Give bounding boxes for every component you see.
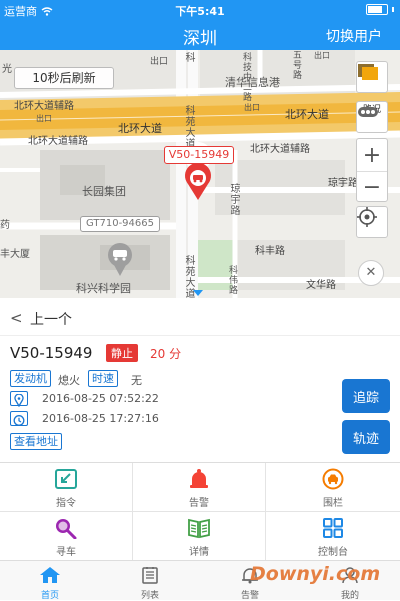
- search-car-icon: [56, 519, 77, 539]
- map-label: 科: [183, 52, 194, 63]
- map-label: 琼宇路: [328, 178, 358, 189]
- close-map-button[interactable]: ✕: [358, 260, 384, 286]
- clock-icon: [10, 411, 28, 426]
- details-book-icon: [188, 518, 210, 539]
- map-label: 出口: [314, 51, 330, 60]
- clock: 下午5:41: [175, 5, 225, 18]
- map-label: 北环大道: [118, 122, 162, 135]
- vehicle-plate: V50-15949: [10, 344, 93, 362]
- map-label: 科苑大道: [183, 105, 194, 149]
- panel-handle-icon[interactable]: [193, 290, 203, 296]
- map-view[interactable]: 光 出口 科 科技中二路 清华信息港 北环大道辅路 出口 北环大道 出口 北环大…: [0, 50, 400, 298]
- layers-icon: [358, 64, 378, 80]
- fence-car-icon: [322, 468, 344, 490]
- command-icon: [55, 469, 77, 489]
- location-pin-icon: [10, 391, 28, 408]
- map-label: 科伟路: [227, 265, 237, 295]
- tab-label: 列表: [140, 591, 159, 601]
- map-label: 药: [0, 220, 10, 231]
- selected-vehicle-tag[interactable]: V50-15949: [164, 146, 234, 164]
- tab-list[interactable]: 列表: [100, 561, 200, 601]
- map-label: 五号路: [291, 50, 301, 80]
- previous-vehicle-row[interactable]: < 上一个: [0, 300, 400, 336]
- map-label: 北环大道辅路: [14, 101, 74, 112]
- traffic-icon: [358, 107, 378, 117]
- update-time: 2016-08-25 17:27:16: [42, 412, 159, 425]
- map-label: 科兴科学园: [76, 282, 131, 295]
- speed-tag: 时速: [88, 370, 118, 387]
- alarm-bell-icon: [190, 469, 208, 488]
- traffic-toggle-button[interactable]: 路况: [356, 101, 388, 133]
- map-label: 出口: [150, 57, 169, 67]
- tab-label: 我的: [340, 591, 359, 601]
- grid-item-label: 指令: [56, 498, 76, 509]
- status-duration: 20 分: [150, 347, 182, 361]
- grid-item-find-car[interactable]: 寻车: [0, 512, 133, 561]
- grid-item-command[interactable]: 指令: [0, 463, 133, 512]
- map-label: 北环大道: [285, 108, 329, 121]
- chevron-left-icon: <: [10, 309, 23, 327]
- grid-item-label: 详情: [189, 547, 209, 558]
- home-icon: [40, 567, 60, 583]
- battery-tip: [392, 7, 394, 12]
- grid-item-alarm[interactable]: 告警: [133, 463, 266, 512]
- locate-button[interactable]: [356, 206, 388, 238]
- speed-value: 无: [131, 374, 142, 387]
- battery-icon: [366, 4, 388, 15]
- grid-item-details[interactable]: 详情: [133, 512, 266, 561]
- status-badge: 静止: [106, 344, 138, 362]
- watermark-text: Downyi.com: [250, 563, 381, 585]
- map-label: 光: [2, 64, 12, 75]
- map-label: 出口: [36, 114, 52, 123]
- refresh-countdown-button[interactable]: 10秒后刷新: [14, 67, 114, 89]
- other-vehicle-tag[interactable]: GT710-94665: [80, 216, 160, 232]
- map-label: 北环大道辅路: [28, 136, 88, 147]
- zoom-controls: + −: [356, 138, 388, 202]
- map-label: 丰大厦: [0, 249, 30, 260]
- zoom-in-button[interactable]: +: [357, 139, 387, 171]
- console-grid-icon: [323, 518, 343, 538]
- map-label: 出口: [244, 103, 260, 112]
- map-label: 琼宇路: [228, 183, 239, 216]
- crosshair-icon: [357, 207, 377, 227]
- map-label: 科丰路: [255, 246, 285, 257]
- list-icon: [142, 567, 158, 584]
- grid-item-label: 告警: [189, 498, 209, 509]
- map-label: 长园集团: [82, 185, 126, 198]
- grid-item-label: 寻车: [56, 547, 76, 558]
- app-header: 深圳 切换用户: [0, 20, 400, 50]
- grid-item-fence[interactable]: 围栏: [266, 463, 400, 512]
- tab-home[interactable]: 首页: [0, 561, 100, 601]
- engine-tag: 发动机: [10, 370, 51, 387]
- grid-item-console[interactable]: 控制台: [266, 512, 400, 561]
- view-address-button[interactable]: 查看地址: [10, 433, 62, 450]
- function-grid: 指令 告警 围栏 寻车 详情 控制台: [0, 462, 400, 561]
- gps-time: 2016-08-25 07:52:22: [42, 392, 159, 405]
- map-label: 文华路: [306, 280, 336, 291]
- map-label: 北环大道辅路: [250, 144, 310, 155]
- tab-label: 告警: [240, 591, 259, 601]
- trace-button[interactable]: 轨迹: [342, 420, 390, 454]
- engine-value: 熄火: [58, 374, 80, 387]
- grid-item-label: 围栏: [323, 498, 343, 509]
- grid-item-label: 控制台: [318, 547, 348, 558]
- track-button[interactable]: 追踪: [342, 379, 390, 413]
- tab-label: 首页: [40, 591, 59, 601]
- status-bar: 运营商 下午5:41: [0, 0, 400, 20]
- previous-label: 上一个: [30, 312, 72, 328]
- map-layers-button[interactable]: [356, 61, 388, 93]
- zoom-out-button[interactable]: −: [357, 171, 387, 203]
- switch-user-button[interactable]: 切换用户: [326, 26, 382, 46]
- map-label: 清华信息港: [225, 76, 280, 89]
